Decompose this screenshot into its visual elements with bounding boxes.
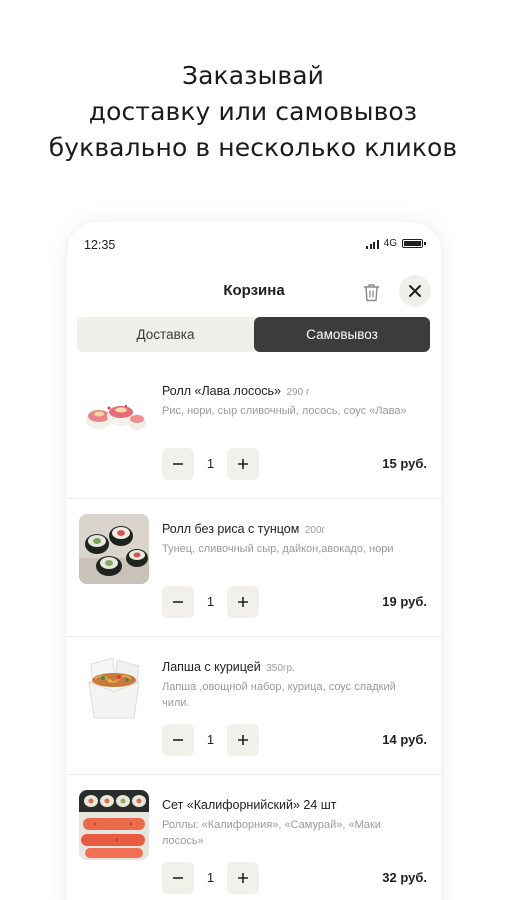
decrease-quantity-button[interactable] bbox=[162, 724, 194, 756]
item-weight: 350гр. bbox=[266, 663, 295, 674]
item-image bbox=[79, 514, 149, 584]
increase-quantity-button[interactable] bbox=[227, 862, 259, 894]
increase-quantity-button[interactable] bbox=[227, 448, 259, 480]
item-name: Ролл «Лава лосось» 290 г bbox=[162, 384, 427, 398]
increase-quantity-button[interactable] bbox=[227, 724, 259, 756]
decrease-quantity-button[interactable] bbox=[162, 586, 194, 618]
divider bbox=[67, 498, 441, 499]
quantity-value: 1 bbox=[206, 732, 215, 747]
decrease-quantity-button[interactable] bbox=[162, 448, 194, 480]
headline-line-3: буквально в несколько кликов bbox=[48, 133, 458, 162]
item-title: Лапша с курицей bbox=[162, 660, 261, 674]
item-name: Сет «Калифорнийский» 24 шт bbox=[162, 798, 427, 812]
item-name: Лапша с курицей 350гр. bbox=[162, 660, 427, 674]
headline-line-2: доставку или самовывоз bbox=[88, 97, 418, 126]
minus-icon bbox=[173, 739, 183, 741]
item-description: Рис, нори, сыр сливочный, лосось, соус «… bbox=[162, 405, 407, 417]
quantity-stepper: 1 19 руб. bbox=[162, 586, 427, 618]
quantity-stepper: 1 15 руб. bbox=[162, 448, 427, 480]
quantity-value: 1 bbox=[206, 456, 215, 471]
page-title: Корзина bbox=[223, 282, 285, 299]
cart-item: Ролл «Лава лосось» 290 г Рис, нори, сыр … bbox=[67, 362, 441, 500]
item-price: 19 руб. bbox=[382, 594, 427, 609]
item-image bbox=[79, 790, 149, 860]
item-price: 32 руб. bbox=[382, 870, 427, 885]
cart-item: Сет «Калифорнийский» 24 шт Роллы: «Калиф… bbox=[67, 776, 441, 900]
item-title: Ролл «Лава лосось» bbox=[162, 384, 282, 398]
item-description: Тунец, сливочный сыр, дайкон,авокадо, но… bbox=[162, 543, 394, 555]
item-weight: 200г bbox=[304, 525, 326, 536]
item-price: 14 руб. bbox=[382, 732, 427, 747]
close-icon bbox=[409, 285, 421, 297]
tab-pickup[interactable]: Самовывоз bbox=[254, 317, 430, 352]
status-icons: 4G bbox=[366, 238, 426, 249]
item-image bbox=[79, 652, 149, 722]
cart-header: Корзина bbox=[67, 274, 441, 310]
plus-icon bbox=[238, 873, 248, 883]
promo-headline: Заказывай доставку или самовывоз букваль… bbox=[0, 58, 506, 166]
signal-icon bbox=[366, 239, 379, 249]
item-description: Лапша ,овощной набор, курица, соус сладк… bbox=[162, 681, 396, 709]
plus-icon bbox=[238, 597, 248, 607]
trash-icon bbox=[363, 283, 379, 301]
delivery-mode-toggle: Доставка Самовывоз bbox=[77, 317, 430, 352]
increase-quantity-button[interactable] bbox=[227, 586, 259, 618]
battery-icon bbox=[402, 239, 426, 248]
network-label: 4G bbox=[383, 238, 397, 249]
minus-icon bbox=[173, 877, 183, 879]
decrease-quantity-button[interactable] bbox=[162, 862, 194, 894]
minus-icon bbox=[173, 601, 183, 603]
tab-delivery[interactable]: Доставка bbox=[77, 317, 254, 352]
item-name: Ролл без риса с тунцом 200г bbox=[162, 522, 427, 536]
noodles-image bbox=[79, 652, 149, 722]
roll-tuna-image bbox=[79, 514, 149, 584]
divider bbox=[67, 774, 441, 775]
status-bar: 12:35 4G bbox=[67, 234, 441, 254]
plus-icon bbox=[238, 735, 248, 745]
headline-line-1: Заказывай bbox=[181, 61, 324, 90]
minus-icon bbox=[173, 463, 183, 465]
roll-lava-image bbox=[79, 376, 149, 446]
item-image bbox=[79, 376, 149, 446]
plus-icon bbox=[238, 459, 248, 469]
quantity-value: 1 bbox=[206, 594, 215, 609]
item-description: Роллы: «Калифорния», «Самурай», «Маки ло… bbox=[162, 819, 381, 847]
cart-item: Ролл без риса с тунцом 200г Тунец, сливо… bbox=[67, 500, 441, 638]
item-title: Ролл без риса с тунцом bbox=[162, 522, 300, 536]
phone-screen: 12:35 4G Корзина Доставка Самовывоз Ролл… bbox=[67, 222, 441, 900]
cart-item: Лапша с курицей 350гр. Лапша ,овощной на… bbox=[67, 638, 441, 776]
close-button[interactable] bbox=[399, 275, 431, 307]
set-california-image bbox=[79, 790, 149, 860]
quantity-stepper: 1 32 руб. bbox=[162, 862, 427, 894]
divider bbox=[67, 636, 441, 637]
item-title: Сет «Калифорнийский» 24 шт bbox=[162, 798, 337, 812]
status-time: 12:35 bbox=[84, 238, 116, 252]
item-price: 15 руб. bbox=[382, 456, 427, 471]
item-weight: 290 г bbox=[286, 387, 310, 398]
quantity-stepper: 1 14 руб. bbox=[162, 724, 427, 756]
clear-cart-button[interactable] bbox=[359, 278, 383, 306]
quantity-value: 1 bbox=[206, 870, 215, 885]
